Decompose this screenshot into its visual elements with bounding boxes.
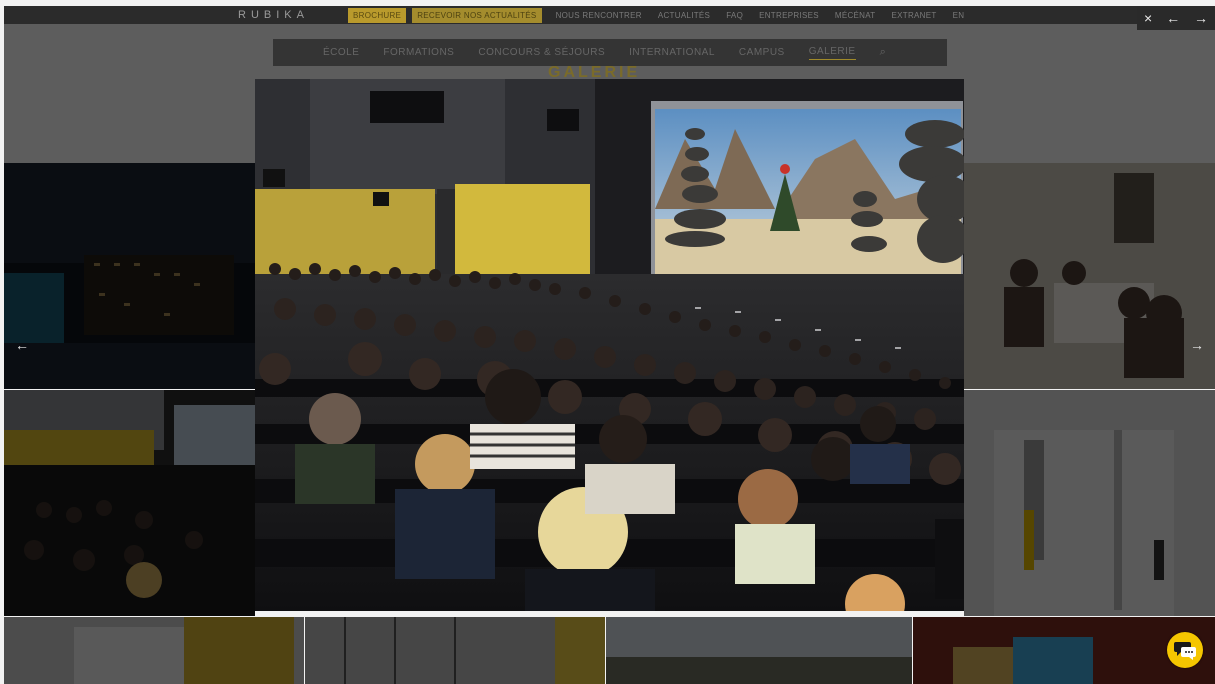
site-topbar: RUBIKA BROCHURE RECEVOIR NOS ACTUALITÉS … (4, 6, 1137, 24)
subnav-item-galerie[interactable]: GALERIE (808, 46, 856, 60)
chat-button[interactable] (1167, 632, 1203, 668)
gallery-tile-cinema[interactable] (4, 390, 255, 616)
newsletter-button[interactable]: RECEVOIR NOS ACTUALITÉS (412, 7, 542, 23)
arrow-right-icon[interactable]: → (1190, 337, 1204, 353)
top-navigation: BROCHURE RECEVOIR NOS ACTUALITÉS NOUS RE… (348, 7, 973, 23)
lightbox-controls: × ← → (1137, 6, 1215, 30)
top-link-language[interactable]: EN (945, 11, 973, 20)
top-link-extranet[interactable]: EXTRANET (883, 11, 944, 20)
gallery-tile-building[interactable] (4, 163, 255, 389)
subnav-item-concours[interactable]: CONCOURS & SÉJOURS (478, 47, 605, 58)
top-link-companies[interactable]: ENTREPRISES (751, 11, 827, 20)
lightbox-photo-cinema-audience (255, 79, 964, 611)
next-icon[interactable]: → (1194, 11, 1208, 25)
top-link-news[interactable]: ACTUALITÉS (650, 11, 718, 20)
subnav-item-campus[interactable]: CAMPUS (739, 47, 785, 58)
top-link-faq[interactable]: FAQ (718, 11, 751, 20)
top-link-meet[interactable]: NOUS RENCONTRER (548, 11, 650, 20)
subnav-item-ecole[interactable]: ÉCOLE (323, 47, 359, 58)
arrow-left-icon[interactable]: ← (15, 337, 29, 353)
brochure-button[interactable]: BROCHURE (348, 7, 407, 23)
page: RUBIKA BROCHURE RECEVOIR NOS ACTUALITÉS … (0, 0, 1215, 684)
subnav-item-international[interactable]: INTERNATIONAL (629, 47, 715, 58)
subnav-item-formations[interactable]: FORMATIONS (383, 47, 454, 58)
gallery-tile-bottom-2[interactable] (305, 617, 605, 684)
gallery-tile-bottom-3[interactable] (606, 617, 912, 684)
site-logo[interactable]: RUBIKA (238, 9, 348, 21)
gallery-tile-hallway[interactable] (964, 390, 1215, 616)
close-icon[interactable]: × (1144, 11, 1152, 25)
chat-bubble-icon (1174, 642, 1196, 660)
gallery-tile-workshop[interactable] (964, 163, 1215, 389)
search-icon[interactable]: ⌕ (880, 46, 887, 59)
prev-icon[interactable]: ← (1166, 11, 1180, 25)
gallery-tile-bottom-1[interactable] (4, 617, 304, 684)
top-link-patronage[interactable]: MÉCÉNAT (827, 11, 884, 20)
section-navigation: ÉCOLE FORMATIONS CONCOURS & SÉJOURS INTE… (273, 39, 947, 66)
